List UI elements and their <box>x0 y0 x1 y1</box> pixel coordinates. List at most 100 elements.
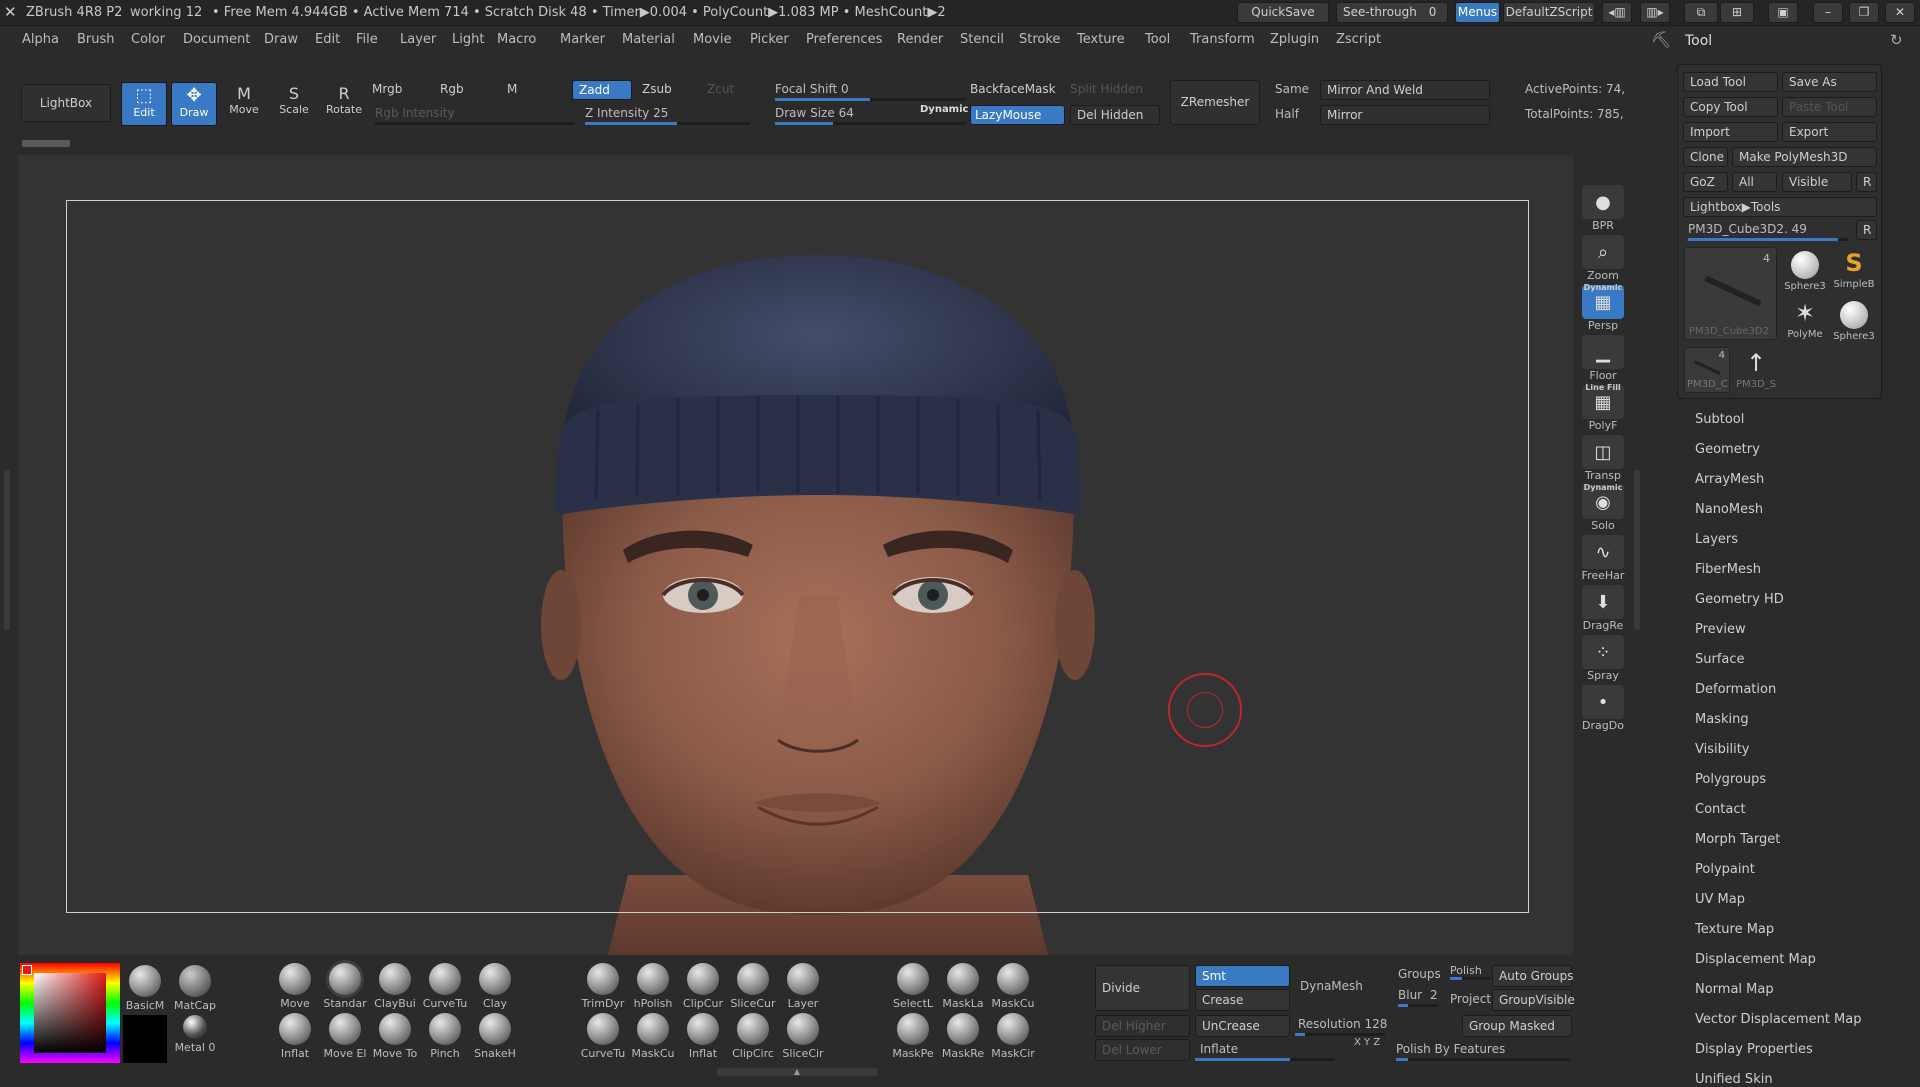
subpalette-display-properties[interactable]: Display Properties <box>1695 1042 1813 1057</box>
brush-maskcu[interactable]: MaskCu <box>988 963 1038 1010</box>
subpalette-contact[interactable]: Contact <box>1695 802 1746 817</box>
z-intensity-slider[interactable]: Z Intensity 25 <box>585 106 668 120</box>
menu-tool[interactable]: Tool <box>1145 32 1170 47</box>
menu-macro[interactable]: Macro <box>497 32 536 47</box>
tool-thumb-simplebrush[interactable]: S SimpleB <box>1831 247 1877 293</box>
brush-hpolish[interactable]: hPolish <box>628 963 678 1010</box>
maximize-icon[interactable]: ❐ <box>1849 2 1879 23</box>
texture-slot[interactable] <box>123 1015 167 1063</box>
polish-by-features-track[interactable] <box>1396 1058 1571 1061</box>
group-masked-button[interactable]: Group Masked <box>1462 1015 1572 1037</box>
color-picker[interactable] <box>20 963 120 1063</box>
seethrough-slider[interactable]: See-through 0 <box>1336 2 1448 23</box>
brush-inflat[interactable]: Inflat <box>678 1013 728 1060</box>
brush-move-el[interactable]: Move El <box>320 1013 370 1060</box>
m-button[interactable]: M <box>507 80 537 100</box>
brush-curvetu[interactable]: CurveTu <box>420 963 470 1010</box>
group-visible-button[interactable]: GroupVisible <box>1492 989 1575 1011</box>
subpalette-normal-map[interactable]: Normal Map <box>1695 982 1774 997</box>
tool-thumb-pm3d-s[interactable]: ↑ PM3D_S <box>1733 347 1779 393</box>
close-icon[interactable]: ✕ <box>1885 2 1915 23</box>
right-tray-grip[interactable] <box>1634 470 1640 630</box>
quicksave-button[interactable]: QuickSave <box>1237 2 1329 23</box>
shelf-dragre-button[interactable]: ⬇ DragRe <box>1578 585 1628 633</box>
shelf-scrollbar[interactable] <box>22 140 70 147</box>
resolution-track[interactable] <box>1295 1033 1385 1036</box>
export-button[interactable]: Export <box>1782 122 1877 142</box>
goz-r-button[interactable]: R <box>1856 172 1877 192</box>
shelf-polyf-button[interactable]: Line Fill ▦ PolyF <box>1578 383 1628 433</box>
zadd-button[interactable]: Zadd <box>572 80 632 100</box>
material-metal[interactable]: Metal 0 <box>170 1015 220 1054</box>
rotate-mode-button[interactable]: R Rotate <box>321 82 367 126</box>
copy-tool-button[interactable]: Copy Tool <box>1683 97 1778 117</box>
subpalette-preview[interactable]: Preview <box>1695 622 1746 637</box>
backfacemask-button[interactable]: BackfaceMask <box>970 80 1065 100</box>
zcut-button[interactable]: Zcut <box>707 80 747 100</box>
subpalette-uv-map[interactable]: UV Map <box>1695 892 1745 907</box>
document-canvas[interactable] <box>18 155 1573 955</box>
brush-layer[interactable]: Layer <box>778 963 828 1010</box>
shelf-spray-button[interactable]: ⁘ Spray <box>1578 635 1628 683</box>
shelf-freehar-button[interactable]: ∿ FreeHar <box>1578 535 1628 583</box>
lightbox-tools-button[interactable]: Lightbox▶Tools <box>1683 197 1877 217</box>
menu-transform[interactable]: Transform <box>1190 32 1255 47</box>
z-intensity-track[interactable] <box>585 122 750 125</box>
bottom-shelf-grip[interactable]: ▲ <box>717 1068 877 1076</box>
load-tool-button[interactable]: Load Tool <box>1683 72 1778 92</box>
divide-button[interactable]: Divide <box>1095 965 1190 1011</box>
edit-mode-button[interactable]: ⬚ Edit <box>121 82 167 126</box>
focal-shift-slider[interactable]: Focal Shift 0 <box>775 82 849 96</box>
subpalette-vector-displacement-map[interactable]: Vector Displacement Map <box>1695 1012 1862 1027</box>
subpalette-polygroups[interactable]: Polygroups <box>1695 772 1766 787</box>
current-tool-track[interactable] <box>1688 238 1848 241</box>
menu-zplugin[interactable]: Zplugin <box>1270 32 1319 47</box>
auto-groups-button[interactable]: Auto Groups <box>1492 965 1573 987</box>
current-tool-r-button[interactable]: R <box>1856 220 1877 240</box>
menu-stroke[interactable]: Stroke <box>1019 32 1060 47</box>
brush-maskcu[interactable]: MaskCu <box>628 1013 678 1060</box>
shelf-bpr-button[interactable]: ● BPR <box>1578 185 1628 233</box>
shelf-dragdo-button[interactable]: • DragDo <box>1578 685 1628 733</box>
brush-clipcirc[interactable]: ClipCirc <box>728 1013 778 1060</box>
material-matcap[interactable]: MatCap <box>170 965 220 1012</box>
subpalette-fibermesh[interactable]: FiberMesh <box>1695 562 1761 577</box>
primary-color-swatch[interactable] <box>22 965 32 975</box>
mirror-and-weld-button[interactable]: Mirror And Weld <box>1320 80 1490 100</box>
mrgb-button[interactable]: Mrgb <box>372 80 427 100</box>
split-hidden-button[interactable]: Split Hidden <box>1070 80 1160 100</box>
move-mode-button[interactable]: M Move <box>221 82 267 126</box>
material-basic[interactable]: BasicM <box>120 965 170 1012</box>
shelf-transp-button[interactable]: ◫ Transp <box>1578 435 1628 483</box>
goz-button[interactable]: GoZ <box>1683 172 1728 192</box>
blur-track[interactable] <box>1398 1004 1438 1007</box>
project-toggle[interactable]: Project <box>1450 992 1491 1006</box>
zsub-button[interactable]: Zsub <box>642 80 692 100</box>
subpalette-displacement-map[interactable]: Displacement Map <box>1695 952 1816 967</box>
subpalette-arraymesh[interactable]: ArrayMesh <box>1695 472 1764 487</box>
menu-render[interactable]: Render <box>897 32 943 47</box>
blur-slider[interactable]: Blur 2 <box>1398 988 1438 1002</box>
rgb-intensity-slider[interactable]: Rgb Intensity <box>375 106 455 120</box>
menu-zscript[interactable]: Zscript <box>1336 32 1381 47</box>
dynamic-toggle[interactable]: Dynamic <box>920 104 968 115</box>
paste-tool-button[interactable]: Paste Tool <box>1782 97 1877 117</box>
tool-thumb-pm3d-c[interactable]: 4 PM3D_C <box>1684 347 1730 393</box>
mirror-button[interactable]: Mirror <box>1320 105 1490 125</box>
subpalette-polypaint[interactable]: Polypaint <box>1695 862 1755 877</box>
tool-thumb-sphere3d[interactable]: Sphere3 <box>1782 247 1828 293</box>
brush-clipcur[interactable]: ClipCur <box>678 963 728 1010</box>
tool-thumb-pm3d-cube[interactable]: 4 PM3D_Cube3D2 <box>1684 247 1777 340</box>
shelf-zoom-button[interactable]: ⌕ Zoom <box>1578 235 1628 283</box>
draw-size-track[interactable] <box>775 122 965 125</box>
polish-track[interactable] <box>1450 977 1490 980</box>
menu-material[interactable]: Material <box>622 32 675 47</box>
subpalette-geometry[interactable]: Geometry <box>1695 442 1760 457</box>
subpalette-subtool[interactable]: Subtool <box>1695 412 1744 427</box>
layout-prev-icon[interactable]: ◂▥ <box>1602 2 1632 23</box>
menus-toggle[interactable]: Menus <box>1455 2 1500 23</box>
uncrease-button[interactable]: UnCrease <box>1195 1015 1290 1037</box>
rgb-button[interactable]: Rgb <box>440 80 485 100</box>
menu-preferences[interactable]: Preferences <box>806 32 882 47</box>
subpalette-geometry-hd[interactable]: Geometry HD <box>1695 592 1784 607</box>
